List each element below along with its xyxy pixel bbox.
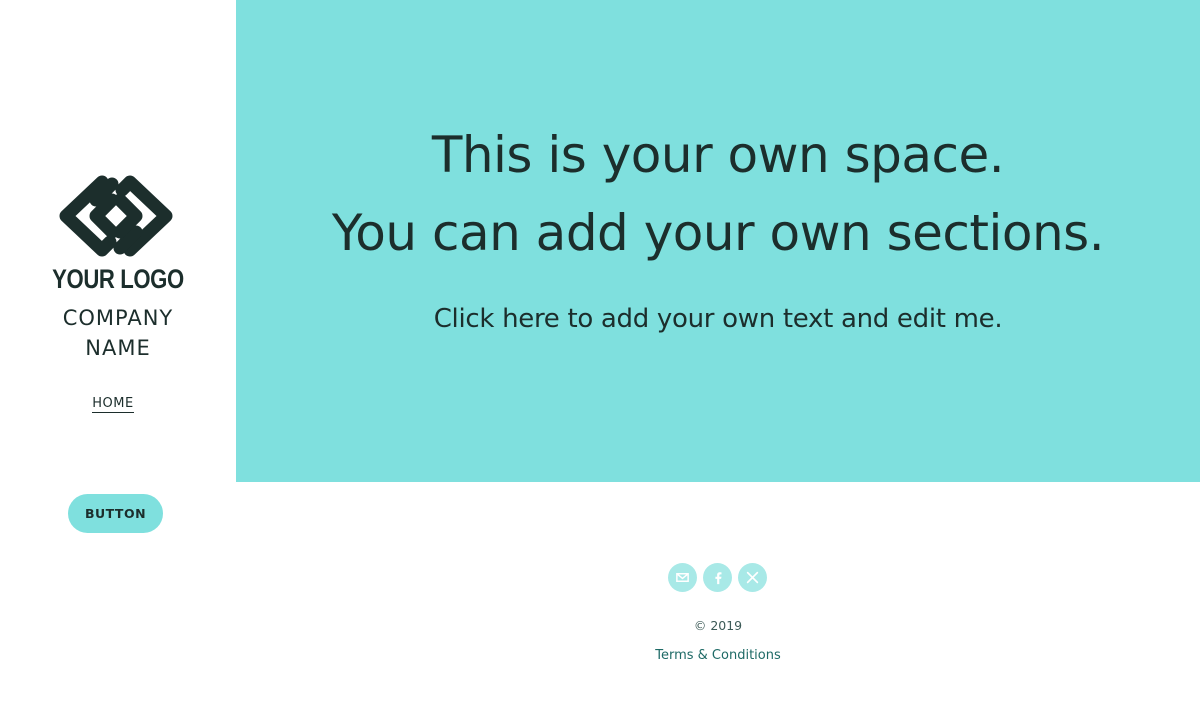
sidebar-button[interactable]: BUTTON — [68, 494, 163, 533]
social-links — [668, 563, 767, 592]
sidebar: YOUR LOGO COMPANY NAME HOME BUTTON — [0, 0, 236, 713]
company-name: COMPANY NAME — [0, 303, 236, 363]
copyright: © 2019 — [693, 618, 743, 633]
logo-text: YOUR LOGO — [52, 264, 184, 294]
logo-icon[interactable] — [52, 170, 180, 262]
hero-title-line2[interactable]: You can add your own sections. — [236, 204, 1200, 262]
hero-section[interactable]: This is your own space. You can add your… — [236, 0, 1200, 482]
sidebar-nav: HOME — [0, 396, 226, 413]
facebook-icon[interactable] — [703, 563, 732, 592]
nav-item-home[interactable]: HOME — [92, 396, 134, 413]
email-icon[interactable] — [668, 563, 697, 592]
x-icon[interactable] — [738, 563, 767, 592]
page: YOUR LOGO COMPANY NAME HOME BUTTON This … — [0, 0, 1200, 713]
terms-link[interactable]: Terms & Conditions — [236, 648, 1200, 663]
hero-title-line1[interactable]: This is your own space. — [236, 126, 1200, 184]
hero-subtitle[interactable]: Click here to add your own text and edit… — [236, 304, 1200, 334]
company-name-line1: COMPANY — [62, 306, 174, 330]
company-name-line2: NAME — [85, 336, 151, 360]
